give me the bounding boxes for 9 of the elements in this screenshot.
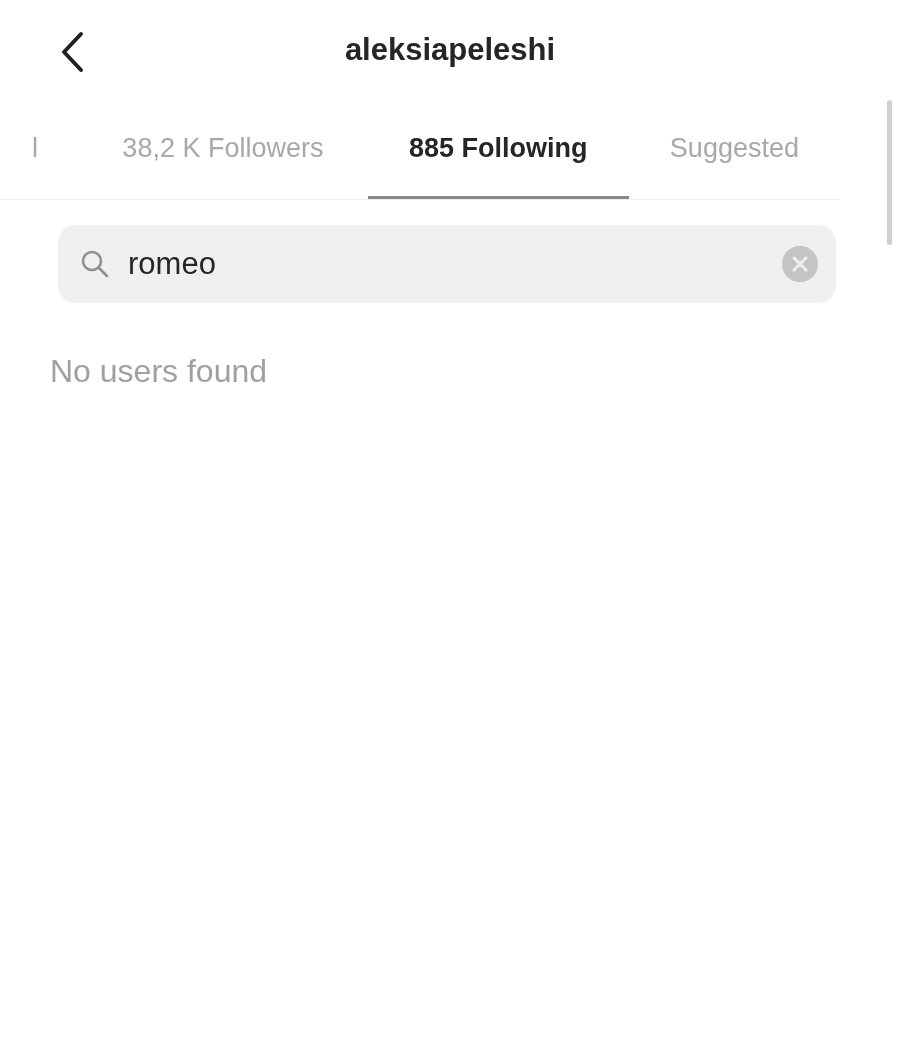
tab[interactable]: Suggested [628, 100, 840, 199]
search-field[interactable]: romeo [58, 225, 836, 303]
search-icon [80, 249, 110, 279]
empty-message: No users found [50, 353, 267, 389]
tab[interactable]: 885 Following [367, 100, 629, 199]
profile-username: aleksiapeleshi [344, 30, 556, 69]
back-icon [60, 31, 84, 73]
tab[interactable]: l [0, 100, 79, 199]
tab[interactable]: 38,2 K Followers [78, 100, 368, 199]
